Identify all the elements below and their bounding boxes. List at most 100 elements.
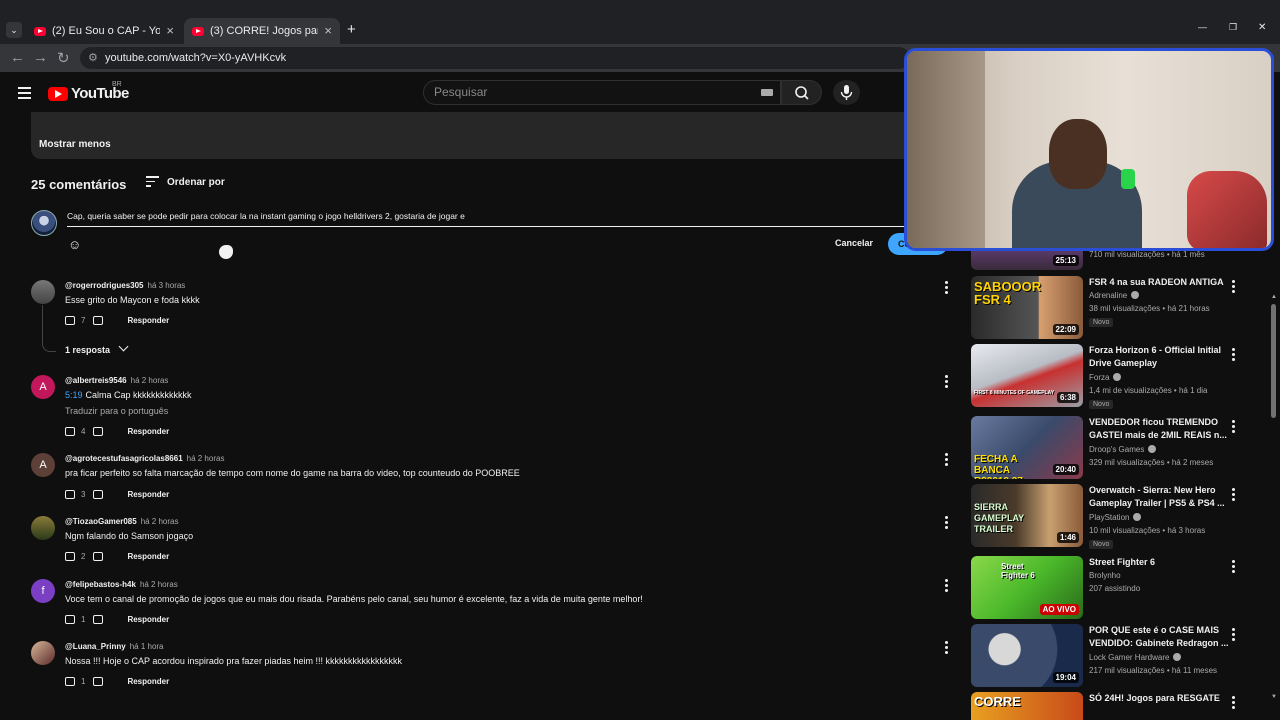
search-input[interactable]: Pesquisar	[423, 80, 781, 105]
show-less-button[interactable]: Mostrar menos	[39, 139, 111, 150]
site-info-icon[interactable]: ⚙	[88, 47, 98, 69]
video-menu-icon[interactable]	[1232, 420, 1235, 435]
video-menu-icon[interactable]	[1232, 560, 1235, 575]
dislike-icon[interactable]	[93, 677, 104, 686]
scroll-up-icon[interactable]: ▲	[1271, 294, 1277, 300]
reply-button[interactable]: Responder	[127, 427, 169, 436]
minimize-icon[interactable]: —	[1198, 22, 1207, 32]
video-title[interactable]: VENDEDOR ficou TREMENDO GASTEI mais de 2…	[1089, 416, 1229, 442]
translate-link[interactable]: Traduzir para o português	[65, 406, 168, 416]
reload-icon[interactable]: ↻	[57, 49, 70, 67]
comment-actions: 1 Responder	[65, 615, 169, 624]
video-thumbnail[interactable]: SABOOOR FSR 4 22:09	[971, 276, 1083, 339]
comment-author[interactable]: @TiozaoGamer085 há 2 horas	[65, 517, 179, 526]
comment-time: há 2 horas	[139, 580, 178, 589]
like-icon[interactable]	[65, 615, 75, 624]
dislike-icon[interactable]	[93, 615, 104, 624]
close-tab-icon[interactable]: ×	[166, 23, 174, 38]
video-thumbnail[interactable]: CORRE	[971, 692, 1083, 720]
like-count: 1	[81, 615, 86, 624]
comment-author[interactable]: @felipebastos-h4k há 2 horas	[65, 580, 178, 589]
reply-button[interactable]: Responder	[127, 490, 169, 499]
video-title[interactable]: Forza Horizon 6 - Official Initial Drive…	[1089, 344, 1229, 370]
timestamp-link[interactable]: 5:19	[65, 390, 83, 400]
reply-button[interactable]: Responder	[127, 316, 169, 325]
channel-name[interactable]: Adrenaline	[1089, 291, 1140, 300]
channel-name[interactable]: Brolynho	[1089, 571, 1121, 580]
menu-icon[interactable]	[18, 87, 31, 102]
avatar[interactable]: f	[31, 579, 55, 603]
thumbnail-text: FIRST 8 MINUTES OF GAMEPLAY	[974, 390, 1055, 396]
video-menu-icon[interactable]	[1232, 696, 1235, 711]
scrollbar[interactable]	[1271, 304, 1276, 418]
comment-author[interactable]: @rogerrodrigues305 há 3 horas	[65, 281, 185, 290]
comment-menu-icon[interactable]	[945, 453, 948, 468]
channel-name[interactable]: Lock Gamer Hardware	[1089, 653, 1182, 662]
tab-corre-jogos[interactable]: (3) CORRE! Jogos para PC a par ×	[184, 18, 340, 44]
close-window-icon[interactable]: ✕	[1258, 22, 1266, 33]
dislike-icon[interactable]	[93, 552, 104, 561]
comment-menu-icon[interactable]	[945, 281, 948, 296]
like-icon[interactable]	[65, 427, 75, 436]
tab-search-button[interactable]: ⌄	[6, 22, 22, 38]
search-button[interactable]	[781, 80, 822, 105]
emoji-icon[interactable]: ☺	[68, 237, 81, 252]
avatar[interactable]	[31, 516, 55, 540]
comment-menu-icon[interactable]	[945, 579, 948, 594]
comment-menu-icon[interactable]	[945, 375, 948, 390]
comment-menu-icon[interactable]	[945, 516, 948, 531]
video-thumbnail[interactable]: FIRST 8 MINUTES OF GAMEPLAY 6:38	[971, 344, 1083, 407]
video-title[interactable]: Overwatch - Sierra: New Hero Gameplay Tr…	[1089, 484, 1229, 510]
avatar[interactable]	[31, 280, 55, 304]
video-thumbnail[interactable]: Street Fighter 6 AO VIVO	[971, 556, 1083, 619]
youtube-logo[interactable]: YouTube BR	[48, 81, 129, 102]
like-icon[interactable]	[65, 552, 75, 561]
new-tab-icon[interactable]: +	[347, 21, 356, 38]
comment-input[interactable]: Cap, queria saber se pode pedir para col…	[67, 208, 907, 227]
video-title[interactable]: SÓ 24H! Jogos para RESGATE	[1089, 692, 1229, 705]
cancel-button[interactable]: Cancelar	[835, 238, 873, 248]
channel-name[interactable]: Droop's Games	[1089, 445, 1157, 454]
url-field[interactable]: ⚙ youtube.com/watch?v=X0-yAVHKcvk	[80, 47, 910, 69]
reply-button[interactable]: Responder	[127, 552, 169, 561]
like-icon[interactable]	[65, 677, 75, 686]
comment-author[interactable]: @Luana_Prinny há 1 hora	[65, 642, 164, 651]
voice-search-button[interactable]	[833, 80, 860, 105]
video-menu-icon[interactable]	[1232, 488, 1235, 503]
restore-icon[interactable]: ❐	[1229, 22, 1237, 33]
video-title[interactable]: Street Fighter 6	[1089, 556, 1229, 569]
forward-icon[interactable]: →	[33, 49, 48, 66]
video-menu-icon[interactable]	[1232, 348, 1235, 363]
reply-button[interactable]: Responder	[127, 615, 169, 624]
back-icon[interactable]: ←	[10, 49, 25, 66]
video-menu-icon[interactable]	[1232, 628, 1235, 643]
video-title[interactable]: POR QUE este é o CASE MAIS VENDIDO: Gabi…	[1089, 624, 1229, 650]
dislike-icon[interactable]	[93, 427, 104, 436]
avatar[interactable]: A	[31, 453, 55, 477]
video-menu-icon[interactable]	[1232, 280, 1235, 295]
channel-name[interactable]: PlayStation	[1089, 513, 1142, 522]
avatar[interactable]	[31, 641, 55, 665]
comment-menu-icon[interactable]	[945, 641, 948, 656]
close-tab-icon[interactable]: ×	[324, 23, 332, 38]
like-icon[interactable]	[65, 490, 75, 499]
dislike-icon[interactable]	[93, 490, 104, 499]
related-video-partial[interactable]: 25:13	[971, 250, 1083, 270]
keyboard-icon[interactable]	[761, 89, 773, 96]
related-video[interactable]: CORRE SÓ 24H! Jogos para RESGATE	[970, 692, 1260, 720]
avatar[interactable]: A	[31, 375, 55, 399]
sort-comments-button[interactable]: Ordenar por	[146, 176, 225, 190]
like-icon[interactable]	[65, 316, 75, 325]
replies-toggle[interactable]: 1 resposta	[65, 345, 127, 355]
tab-eu-sou-o-cap[interactable]: (2) Eu Sou o CAP - YouTube ×	[26, 18, 182, 44]
video-thumbnail[interactable]: FECHA A BANCA R$2019,37 20:40	[971, 416, 1083, 479]
video-thumbnail[interactable]: SIERRA GAMEPLAY TRAILER 1:46	[971, 484, 1083, 547]
comment-author[interactable]: @albertreis9546 há 2 horas	[65, 376, 168, 385]
reply-button[interactable]: Responder	[127, 677, 169, 686]
video-thumbnail[interactable]: 19:04	[971, 624, 1083, 687]
comment-author[interactable]: @agrotecestufasagricolas8661 há 2 horas	[65, 454, 224, 463]
scroll-down-icon[interactable]: ▼	[1271, 694, 1277, 700]
video-title[interactable]: FSR 4 na sua RADEON ANTIGA	[1089, 276, 1229, 289]
dislike-icon[interactable]	[93, 316, 104, 325]
channel-name[interactable]: Forza	[1089, 373, 1122, 382]
